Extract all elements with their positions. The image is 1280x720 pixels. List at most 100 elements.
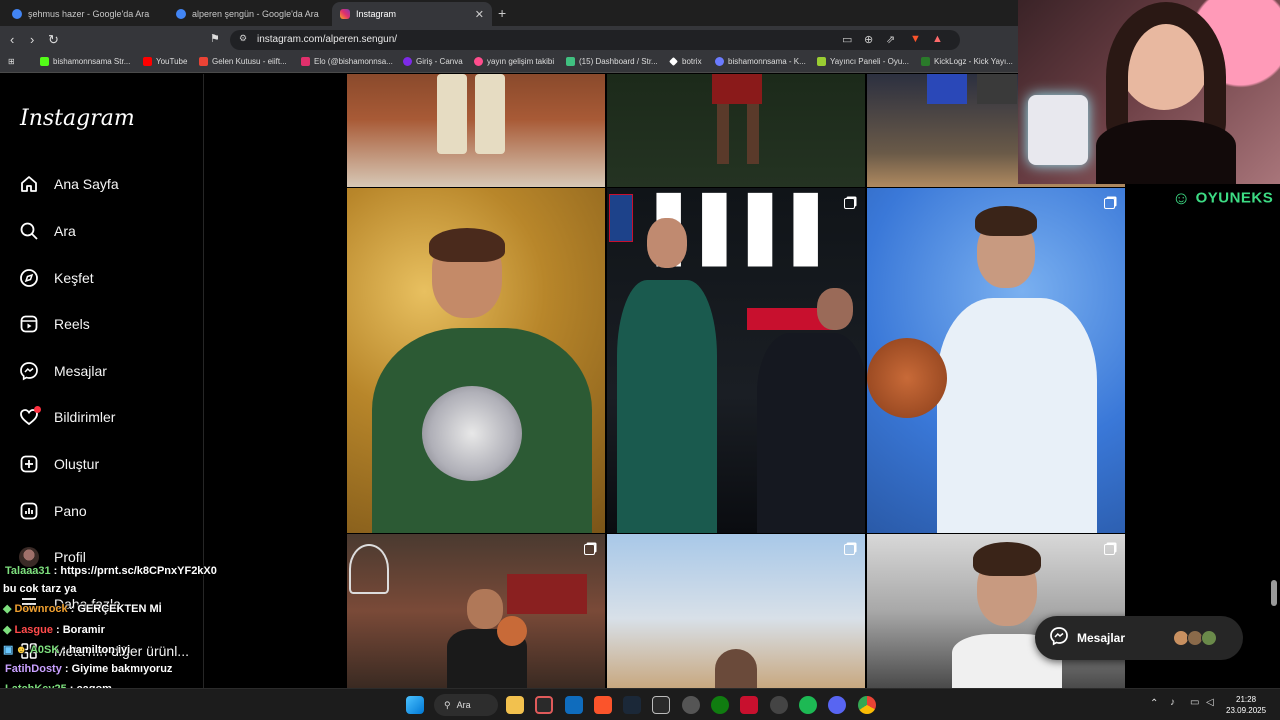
zoom-icon[interactable]: ⊕ bbox=[864, 33, 873, 46]
carousel-icon bbox=[1104, 544, 1115, 555]
riot-icon[interactable] bbox=[740, 696, 758, 714]
new-tab-button[interactable]: + bbox=[498, 5, 506, 21]
post-photo-figure bbox=[422, 386, 522, 481]
search-icon bbox=[18, 220, 40, 242]
post-photo-figure bbox=[975, 206, 1037, 236]
spotify-icon[interactable] bbox=[799, 696, 817, 714]
bookmark-icon[interactable]: ⚑ bbox=[210, 32, 220, 45]
messages-pill[interactable]: Mesajlar bbox=[1035, 616, 1243, 660]
post-tile[interactable]: ▌▌▌▌ bbox=[607, 188, 865, 533]
chrome-icon[interactable] bbox=[858, 696, 876, 714]
forward-icon[interactable]: › bbox=[30, 32, 34, 47]
nav-label: Ana Sayfa bbox=[54, 176, 119, 192]
bookmark-label: yayın gelişim takibi bbox=[487, 57, 555, 66]
bookmark-botrix[interactable]: botrix bbox=[669, 57, 702, 66]
post-photo-figure bbox=[867, 338, 947, 418]
post-tile[interactable] bbox=[867, 534, 1125, 688]
tab-instagram[interactable]: Instagram ✕ bbox=[332, 2, 492, 26]
nav-explore[interactable]: Keşfet bbox=[18, 263, 94, 293]
bookmark-instagram[interactable]: Elo (@bishamonnsa... bbox=[301, 57, 393, 66]
epic-games-icon[interactable] bbox=[652, 696, 670, 714]
chat-text: : hamilton iyi bbox=[62, 644, 131, 656]
taskbar-search-label: Ara bbox=[456, 700, 471, 710]
chat-text: : Boramir bbox=[55, 624, 105, 636]
instagram-logo[interactable]: Instagram bbox=[20, 106, 135, 131]
volume-icon[interactable]: ◁ bbox=[1206, 697, 1214, 708]
nav-label: Ara bbox=[54, 223, 76, 239]
bookmark-tracker[interactable]: yayın gelişim takibi bbox=[474, 57, 554, 66]
discord-icon[interactable] bbox=[828, 696, 846, 714]
post-photo-figure: ▌▌▌▌ bbox=[657, 193, 842, 266]
obs-icon[interactable] bbox=[682, 696, 700, 714]
nav-label: Reels bbox=[54, 316, 90, 332]
post-tile[interactable] bbox=[607, 74, 865, 187]
notification-dot bbox=[34, 406, 41, 413]
windows-start-icon[interactable] bbox=[406, 696, 424, 714]
network-icon[interactable]: ▭ bbox=[1190, 697, 1199, 708]
cast-icon[interactable]: ▭ bbox=[842, 33, 852, 46]
nav-create[interactable]: Oluştur bbox=[18, 449, 99, 479]
site-info-icon[interactable]: ⚙ bbox=[239, 33, 247, 44]
bookmark-kick-profile[interactable]: bishamonnsama - K... bbox=[715, 57, 806, 66]
gmail-icon bbox=[199, 57, 208, 66]
chat-username: Talaaa31 bbox=[5, 565, 51, 577]
bookmark-youtube[interactable]: YouTube bbox=[143, 57, 187, 66]
reload-icon[interactable]: ↻ bbox=[48, 32, 59, 48]
chat-message: FatihDosty: Giyime bakmıyoruz bbox=[5, 663, 172, 675]
nav-dashboard[interactable]: Pano bbox=[18, 496, 87, 526]
nav-home[interactable]: Ana Sayfa bbox=[18, 169, 119, 199]
nav-search[interactable]: Ara bbox=[18, 216, 76, 246]
outlook-icon[interactable] bbox=[565, 696, 583, 714]
tab-google-search-1[interactable]: şehmus hazer - Google'da Ara bbox=[4, 2, 164, 26]
chevron-up-icon[interactable]: ⌃ bbox=[1150, 698, 1158, 709]
store-icon[interactable] bbox=[535, 696, 553, 714]
app-icon[interactable] bbox=[770, 696, 788, 714]
xbox-icon[interactable] bbox=[711, 696, 729, 714]
post-tile[interactable] bbox=[607, 534, 865, 688]
chat-username: FatihDosty bbox=[5, 663, 62, 675]
nav-notifications[interactable]: Bildirimler bbox=[18, 402, 115, 432]
nav-label: Profil bbox=[54, 549, 86, 565]
webcam-overlay bbox=[1018, 0, 1280, 184]
bookmark-label: Elo (@bishamonnsa... bbox=[314, 57, 393, 66]
bookmark-kicklogz[interactable]: KickLogz - Kick Yayı... bbox=[921, 57, 1013, 66]
bookmark-gmail[interactable]: Gelen Kutusu - eiift... bbox=[199, 57, 287, 66]
messenger-icon bbox=[1049, 626, 1069, 651]
steam-icon[interactable] bbox=[623, 696, 641, 714]
bookmark-label: Yayıncı Paneli - Oyu... bbox=[830, 57, 909, 66]
nav-reels[interactable]: Reels bbox=[18, 309, 90, 339]
chat-username: Downrock bbox=[14, 603, 68, 615]
post-photo-figure bbox=[467, 589, 503, 629]
back-icon[interactable]: ‹ bbox=[10, 32, 14, 47]
bookmark-streamer-panel[interactable]: Yayıncı Paneli - Oyu... bbox=[817, 57, 909, 66]
nav-messages[interactable]: Mesajlar bbox=[18, 356, 107, 386]
taskbar-search[interactable]: ⚲ Ara bbox=[434, 694, 498, 716]
brave-rewards-icon[interactable]: ▲ bbox=[932, 33, 943, 45]
post-photo-figure bbox=[757, 333, 865, 533]
page-scrollbar-thumb[interactable] bbox=[1271, 580, 1277, 606]
post-tile[interactable] bbox=[347, 188, 605, 533]
close-icon[interactable]: ✕ bbox=[475, 8, 484, 21]
heart-icon bbox=[18, 406, 41, 428]
taskbar-clock[interactable]: 21:28 23.09.2025 bbox=[1226, 694, 1266, 716]
bookmark-dashboard[interactable]: (15) Dashboard / Str... bbox=[566, 57, 658, 66]
brave-shield-icon[interactable]: ▼ bbox=[910, 33, 921, 45]
post-photo-figure bbox=[647, 218, 687, 268]
post-tile[interactable] bbox=[347, 534, 605, 688]
google-icon bbox=[176, 9, 186, 19]
post-tile[interactable] bbox=[867, 188, 1125, 533]
brave-browser-icon[interactable] bbox=[594, 696, 612, 714]
post-tile[interactable] bbox=[347, 74, 605, 187]
clock-date: 23.09.2025 bbox=[1226, 706, 1267, 715]
apps-grid-icon[interactable]: ⊞ bbox=[8, 57, 15, 66]
bookmark-label: botrix bbox=[682, 57, 702, 66]
bookmark-canva[interactable]: Giriş - Canva bbox=[403, 57, 463, 66]
microphone-icon[interactable]: ♪ bbox=[1170, 697, 1175, 708]
tab-google-search-2[interactable]: alperen şengün - Google'da Ara bbox=[168, 2, 328, 26]
file-explorer-icon[interactable] bbox=[506, 696, 524, 714]
address-bar[interactable]: ⚙ instagram.com/alperen.sengun/ ▭ ⊕ ⇗ ▼ … bbox=[230, 30, 960, 50]
share-icon[interactable]: ⇗ bbox=[886, 33, 895, 46]
kick-icon bbox=[40, 57, 49, 66]
bookmark-label: KickLogz - Kick Yayı... bbox=[934, 57, 1013, 66]
bookmark-kick[interactable]: bishamonnsama Str... bbox=[40, 57, 130, 66]
